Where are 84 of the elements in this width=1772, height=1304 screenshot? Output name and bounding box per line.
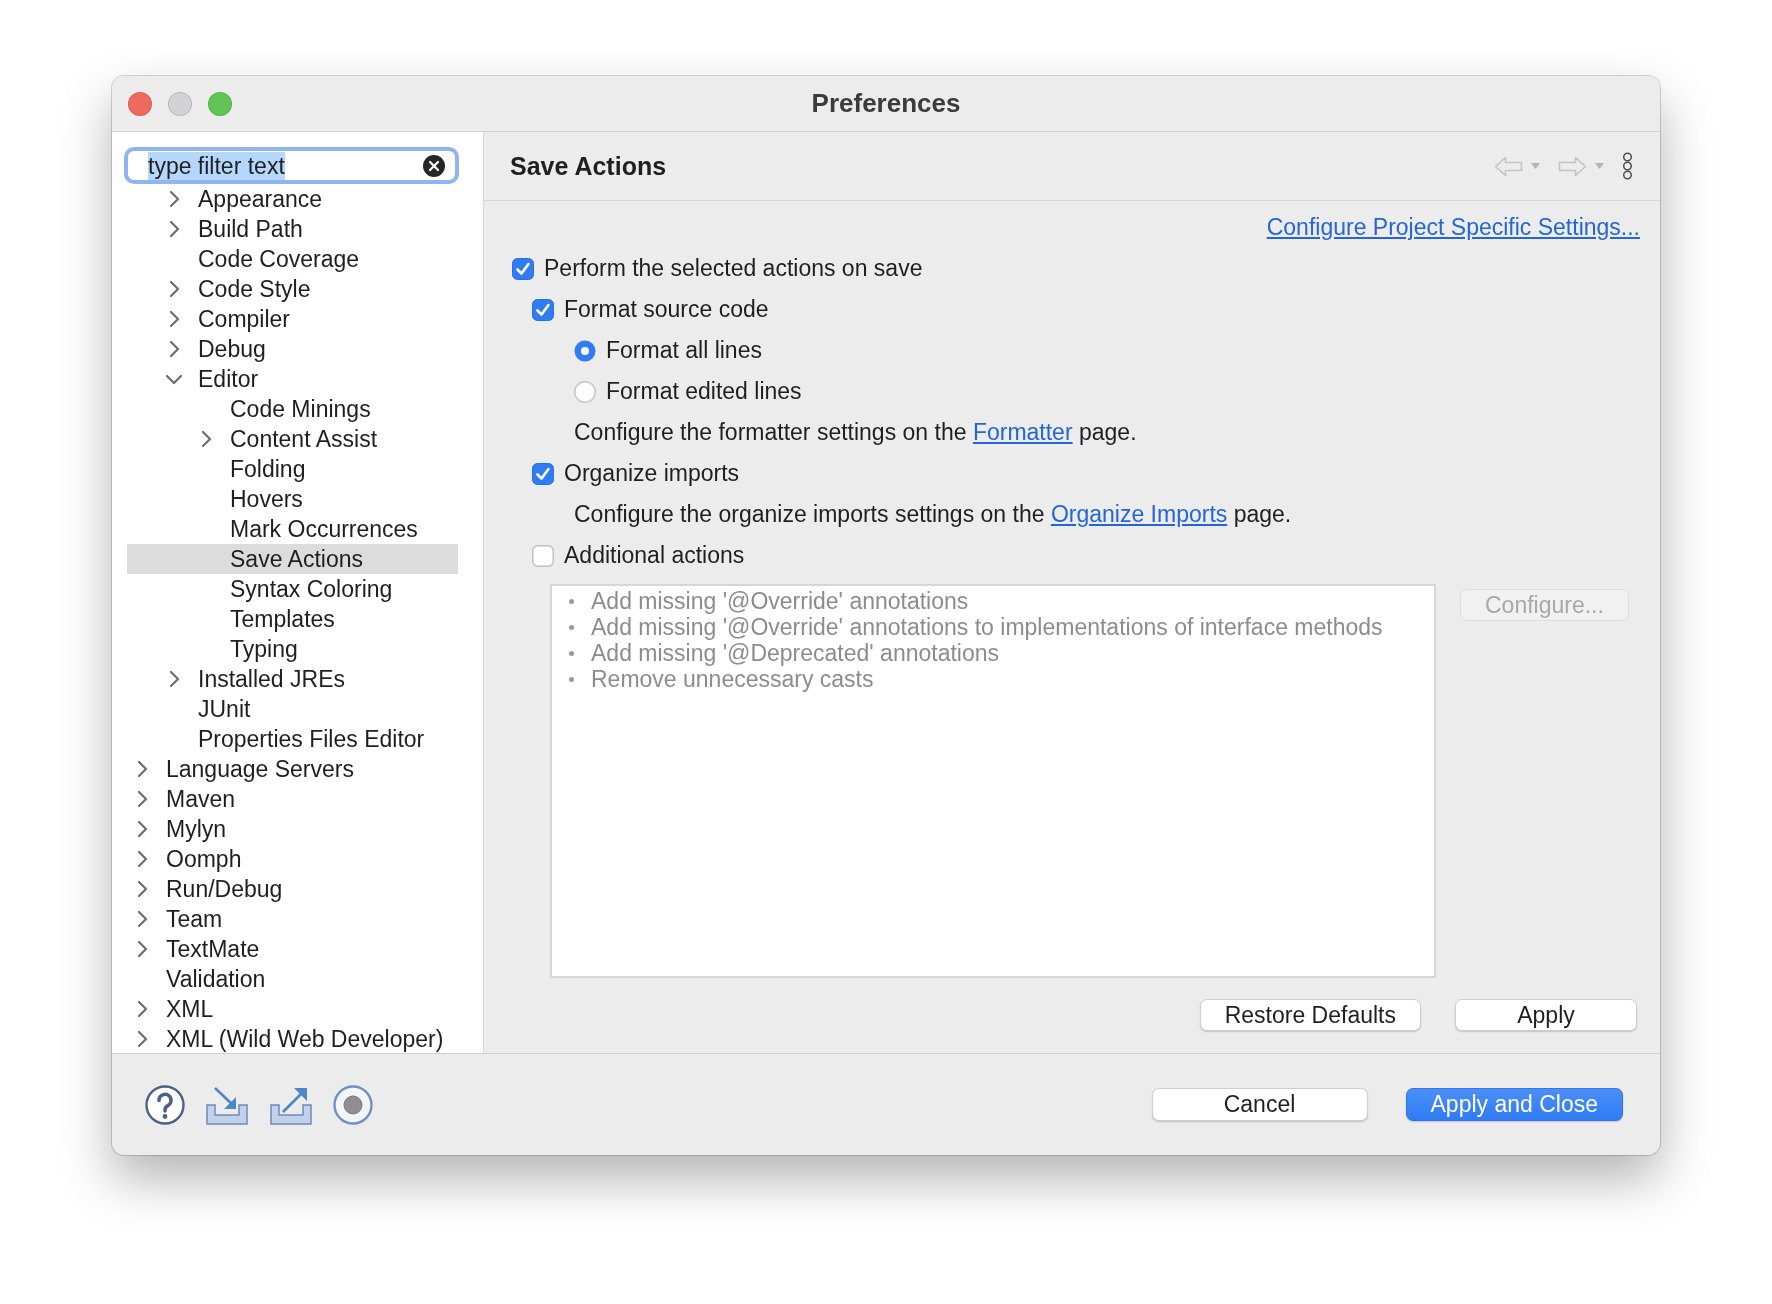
tree-item[interactable]: Run/Debug [127, 874, 458, 904]
tree-item[interactable]: Folding [127, 454, 458, 484]
tree-item[interactable]: Maven [127, 784, 458, 814]
radio-label[interactable]: Format all lines [606, 337, 762, 364]
chevron-right-icon[interactable] [168, 340, 180, 358]
checkbox[interactable] [532, 462, 554, 485]
page-link[interactable]: Formatter [972, 419, 1073, 445]
chevron-right-icon[interactable] [136, 1030, 148, 1048]
tree-item[interactable]: TextMate [127, 934, 458, 964]
tree-item[interactable]: Code Coverage [127, 244, 458, 274]
checkbox-label[interactable]: Additional actions [564, 542, 745, 569]
tree-item[interactable]: Syntax Coloring [127, 574, 458, 604]
page-button[interactable]: Apply [1455, 999, 1637, 1031]
tree-item[interactable]: Installed JREs [127, 664, 458, 694]
checkbox-label[interactable]: Perform the selected actions on save [544, 255, 923, 282]
bullet-icon [569, 624, 574, 630]
chevron-right-icon[interactable] [136, 820, 148, 838]
window-title: Preferences [811, 88, 961, 119]
tree-item[interactable]: Validation [127, 964, 458, 994]
tree-item[interactable]: Properties Files Editor [127, 724, 458, 754]
chevron-right-icon[interactable] [168, 190, 180, 208]
chevron-down-icon[interactable] [165, 373, 183, 385]
list-item-text: Add missing '@Override' annotations to implementations of interface methods [591, 613, 1383, 641]
tree-item[interactable]: Language Servers [127, 754, 458, 784]
checkbox[interactable] [532, 544, 554, 567]
tray-arrow-in-icon[interactable] [205, 1084, 249, 1125]
help-text: Configure the formatter settings on the Formatter page. [574, 419, 1137, 446]
tree-item[interactable]: Mark Occurrences [127, 514, 458, 544]
checkbox-label[interactable]: Organize imports [564, 460, 740, 487]
tree-item[interactable]: Code Style [127, 274, 458, 304]
chevron-right-icon[interactable] [136, 760, 148, 778]
close-icon[interactable] [128, 91, 152, 116]
clear-icon[interactable] [423, 154, 445, 177]
dialog-button[interactable]: Cancel [1151, 1088, 1368, 1121]
tree-item[interactable]: Compiler [127, 304, 458, 334]
tree-item[interactable]: Code Minings [127, 394, 458, 424]
tree-item[interactable]: Editor [127, 364, 458, 394]
tree-item[interactable]: Appearance [127, 184, 458, 214]
tree-item[interactable]: Save Actions [127, 544, 458, 574]
chevron-right-icon[interactable] [200, 430, 212, 448]
list-item-text: Add missing '@Deprecated' annotations [591, 639, 1000, 667]
page-title: Save Actions [510, 151, 667, 181]
tree-item[interactable]: Templates [127, 604, 458, 634]
checkbox[interactable] [532, 298, 554, 321]
radio-button[interactable] [574, 339, 596, 362]
primary-button[interactable]: Apply and Close [1405, 1088, 1623, 1121]
chevron-right-icon[interactable] [136, 1000, 148, 1018]
page-button[interactable]: Restore Defaults [1199, 999, 1421, 1031]
search-field[interactable]: type filter text [124, 147, 459, 184]
tree-item[interactable]: Typing [127, 634, 458, 664]
tree-item[interactable]: Team [127, 904, 458, 934]
tree-item[interactable]: Build Path [127, 214, 458, 244]
circle-dot-icon[interactable] [333, 1084, 373, 1125]
bullet-icon [569, 598, 574, 604]
chevron-right-icon[interactable] [168, 670, 180, 688]
tree-item[interactable]: Content Assist [127, 424, 458, 454]
bullet-icon [569, 676, 574, 682]
chevron-right-icon[interactable] [168, 310, 180, 328]
chevron-right-icon[interactable] [136, 790, 148, 808]
chevron-right-icon[interactable] [168, 280, 180, 298]
tree-item[interactable]: Debug [127, 334, 458, 364]
radio-button[interactable] [574, 380, 596, 403]
chevron-right-icon[interactable] [136, 850, 148, 868]
tree-item[interactable]: XML [127, 994, 458, 1024]
tree-item[interactable]: Mylyn [127, 814, 458, 844]
help-text: Configure the organize imports settings on the Organize Imports page. [574, 501, 1292, 528]
tree-item[interactable]: XML (Wild Web Developer) [127, 1024, 458, 1053]
chevron-right-icon[interactable] [168, 220, 180, 238]
tree-item[interactable]: Oomph [127, 844, 458, 874]
chevron-right-icon[interactable] [136, 940, 148, 958]
radio-label[interactable]: Format edited lines [606, 378, 802, 405]
more-icon[interactable] [1622, 152, 1633, 180]
help-icon[interactable] [145, 1084, 185, 1125]
checkbox[interactable] [512, 257, 534, 280]
tree-item[interactable]: Hovers [127, 484, 458, 514]
checkbox-label[interactable]: Format source code [564, 296, 769, 323]
page-link[interactable]: Organize Imports [1050, 501, 1228, 527]
list-item-text: Remove unnecessary casts [591, 665, 874, 693]
chevron-right-icon[interactable] [136, 880, 148, 898]
bullet-icon [569, 650, 574, 656]
project-settings-link[interactable]: Configure Project Specific Settings... [1266, 213, 1640, 241]
chevron-right-icon[interactable] [136, 910, 148, 928]
list-item-text: Add missing '@Override' annotations [591, 587, 969, 615]
tree-item[interactable]: JUnit [127, 694, 458, 724]
